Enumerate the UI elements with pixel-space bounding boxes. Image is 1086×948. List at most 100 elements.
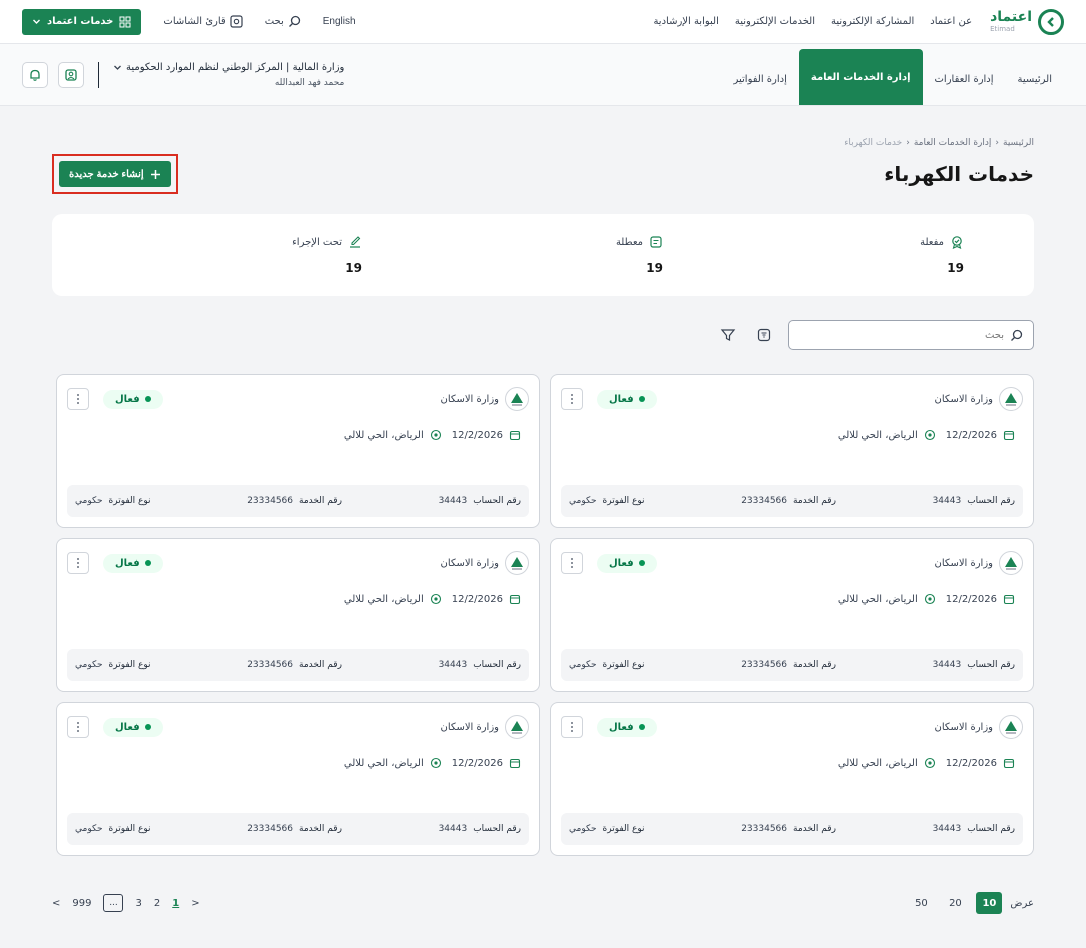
more-options-button[interactable]: [561, 552, 583, 574]
tab-public-services[interactable]: إدارة الخدمات العامة: [798, 49, 923, 105]
notifications-button[interactable]: [22, 61, 48, 88]
page-1[interactable]: 1: [172, 898, 179, 909]
badge-check-icon: [950, 235, 964, 249]
account-number: رقم الحساب 34443: [933, 824, 1015, 834]
billing-type: نوع الفوترة حكومي: [569, 496, 645, 506]
filter-icon: [720, 327, 736, 343]
sort-button[interactable]: [752, 323, 776, 347]
kebab-icon: [571, 394, 573, 404]
page-title: خدمات الكهرباء: [884, 162, 1034, 186]
billing-type-value: حكومي: [75, 824, 103, 834]
page-size-selector: عرض 10 20 50: [908, 892, 1034, 914]
account-number-label: رقم الحساب: [473, 496, 521, 506]
card-meta: 12/2/2026 الرياض، الحي للالي: [561, 429, 1023, 441]
nav-eservices[interactable]: الخدمات الإلكترونية: [735, 16, 815, 27]
more-options-button[interactable]: [67, 716, 89, 738]
nav-participation[interactable]: المشاركة الإلكترونية: [831, 16, 914, 27]
nav-about[interactable]: عن اعتماد: [930, 16, 972, 27]
card-date-value: 12/2/2026: [451, 757, 503, 769]
service-card[interactable]: وزارة الاسكان فعال 12/2/2026 الرياض، الح…: [56, 374, 540, 528]
card-location-value: الرياض، الحي للالي: [343, 429, 424, 441]
search-icon: [288, 15, 301, 28]
user-info[interactable]: وزارة المالية | المركز الوطني لنظم الموا…: [113, 62, 344, 88]
page-ellipsis[interactable]: ...: [103, 894, 124, 912]
stat-disabled: معطلة 19: [543, 235, 663, 275]
account-number-value: 34443: [932, 660, 962, 670]
search-link[interactable]: بحث: [265, 15, 301, 28]
card-footer: رقم الحساب 34443 رقم الخدمة 23334566 نوع…: [561, 649, 1023, 681]
next-page-button[interactable]: >: [191, 898, 199, 909]
search-box[interactable]: [788, 320, 1034, 350]
breadcrumb-home[interactable]: الرئيسية: [1003, 138, 1034, 148]
page-2[interactable]: 2: [154, 898, 160, 909]
service-card[interactable]: وزارة الاسكان فعال 12/2/2026 الرياض، الح…: [56, 702, 540, 856]
card-org: وزارة الاسكان: [935, 551, 1023, 575]
tab-invoices[interactable]: إدارة الفواتير: [721, 53, 798, 105]
service-card[interactable]: وزارة الاسكان فعال 12/2/2026 الرياض، الح…: [550, 538, 1034, 692]
main-tabs: الرئيسية إدارة العقارات إدارة الخدمات ال…: [721, 44, 1064, 105]
service-card[interactable]: وزارة الاسكان فعال 12/2/2026 الرياض، الح…: [550, 702, 1034, 856]
card-header: وزارة الاسكان فعال: [561, 387, 1023, 411]
chevron-down-icon: [32, 17, 41, 26]
page-size-option[interactable]: 20: [942, 892, 968, 914]
page-last[interactable]: 999: [72, 898, 91, 909]
account-number-label: رقم الحساب: [967, 496, 1015, 506]
billing-type-value: حكومي: [569, 660, 597, 670]
card-header-actions: فعال: [67, 716, 163, 738]
card-org-name: وزارة الاسكان: [440, 721, 499, 733]
card-org: وزارة الاسكان: [935, 715, 1023, 739]
account-number: رقم الحساب 34443: [933, 496, 1015, 506]
calendar-icon: [509, 757, 521, 769]
profile-icon: [64, 68, 78, 82]
page-size-option[interactable]: 10: [976, 892, 1003, 914]
card-location-value: الرياض، الحي للالي: [837, 593, 918, 605]
service-number-value: 23334566: [247, 824, 293, 834]
billing-type: نوع الفوترة حكومي: [75, 824, 151, 834]
service-number: رقم الخدمة 23334566: [247, 496, 342, 506]
pagination: عرض 10 20 50 < 999 ... 3 2 1 >: [52, 892, 1034, 914]
service-number-value: 23334566: [741, 496, 787, 506]
create-service-label: إنشاء خدمة جديدة: [69, 168, 144, 180]
more-options-button[interactable]: [67, 552, 89, 574]
nav-guide-portal[interactable]: البوابة الإرشادية: [653, 16, 718, 27]
card-location: الرياض، الحي للالي: [838, 593, 936, 605]
card-date-value: 12/2/2026: [945, 593, 997, 605]
etimad-services-button[interactable]: خدمات اعتماد: [22, 8, 142, 35]
account-number-label: رقم الحساب: [473, 824, 521, 834]
location-pin-icon: [924, 593, 936, 605]
main-content: الرئيسية ‹ إدارة الخدمات العامة ‹ خدمات …: [0, 106, 1086, 914]
create-service-button[interactable]: إنشاء خدمة جديدة: [59, 161, 171, 187]
breadcrumb-section[interactable]: إدارة الخدمات العامة: [914, 138, 992, 148]
card-location: الرياض، الحي للالي: [838, 429, 936, 441]
prev-page-button[interactable]: <: [52, 898, 60, 909]
search-input[interactable]: [799, 329, 1004, 341]
more-options-button[interactable]: [561, 716, 583, 738]
status-badge: فعال: [103, 389, 163, 409]
page-size-option[interactable]: 50: [908, 892, 934, 914]
screen-reader-icon: [230, 15, 243, 28]
etimad-logo[interactable]: اعتماد Etimad: [990, 8, 1064, 35]
language-switch[interactable]: English: [323, 16, 356, 27]
billing-type-value: حكومي: [75, 496, 103, 506]
filter-button[interactable]: [716, 323, 740, 347]
billing-type-label: نوع الفوترة: [108, 496, 151, 506]
card-org-name: وزارة الاسكان: [934, 393, 993, 405]
card-org-name: وزارة الاسكان: [440, 557, 499, 569]
tab-home[interactable]: الرئيسية: [1006, 53, 1064, 105]
divider: [98, 61, 99, 88]
service-card[interactable]: وزارة الاسكان فعال 12/2/2026 الرياض، الح…: [56, 538, 540, 692]
service-card[interactable]: وزارة الاسكان فعال 12/2/2026 الرياض، الح…: [550, 374, 1034, 528]
card-org: وزارة الاسكان: [441, 551, 529, 575]
status-label: فعال: [115, 557, 140, 569]
page-3[interactable]: 3: [135, 898, 141, 909]
more-options-button[interactable]: [67, 388, 89, 410]
tab-real-estate[interactable]: إدارة العقارات: [923, 53, 1006, 105]
stats-panel: مفعلة 19 معطلة 19 تحت الإجراء 19: [52, 214, 1034, 296]
profile-button[interactable]: [58, 61, 84, 88]
status-dot-icon: [638, 724, 645, 730]
screen-reader-link[interactable]: قارئ الشاشات: [163, 15, 243, 28]
account-number-label: رقم الحساب: [967, 660, 1015, 670]
more-options-button[interactable]: [561, 388, 583, 410]
page-size-label: عرض: [1010, 897, 1034, 909]
billing-type-value: حكومي: [569, 824, 597, 834]
